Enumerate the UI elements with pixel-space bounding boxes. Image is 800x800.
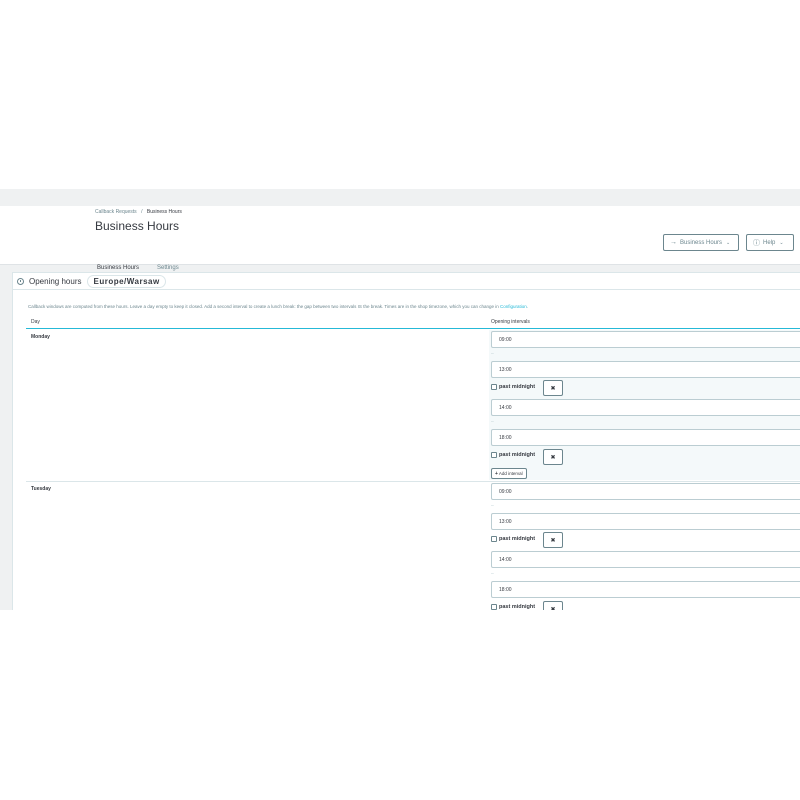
close-icon: ✖ — [550, 454, 556, 461]
question-circle-icon: ⓘ — [753, 239, 760, 247]
chevron-down-icon: ⌄ — [726, 239, 731, 246]
breadcrumb-parent[interactable]: Callback Requests — [95, 209, 137, 215]
help-button-label: Help — [763, 239, 776, 246]
interval-start-input[interactable]: 14:00 — [491, 551, 800, 568]
day-name-tuesday: Tuesday — [31, 486, 51, 492]
interval-end-input[interactable]: 18:00 — [491, 429, 800, 446]
arrow-right-icon: → — [670, 239, 677, 246]
past-midnight-label: past midnight — [499, 384, 536, 390]
add-interval-button[interactable]: + Add interval — [491, 468, 527, 479]
interval-separator: – — [491, 571, 494, 577]
past-midnight-option[interactable]: past midnight — [491, 382, 535, 392]
card-header: Opening hours Europe/Warsaw — [13, 273, 800, 290]
configuration-link[interactable]: Configuration — [500, 304, 527, 309]
interval-start-input[interactable]: 14:00 — [491, 399, 800, 416]
clock-icon — [17, 277, 24, 285]
close-icon: ✖ — [550, 537, 556, 544]
past-midnight-label: past midnight — [499, 452, 536, 458]
day-row-divider — [26, 481, 800, 482]
close-icon: ✖ — [550, 606, 556, 611]
breadcrumb: Callback Requests / Business Hours — [95, 209, 182, 215]
column-header-day: Day — [31, 319, 40, 325]
remove-interval-button[interactable]: ✖ — [543, 380, 563, 396]
past-midnight-checkbox[interactable] — [491, 536, 497, 542]
chevron-down-icon: ⌄ — [779, 239, 784, 246]
past-midnight-label: past midnight — [499, 604, 536, 610]
table-header-divider — [26, 328, 800, 329]
close-icon: ✖ — [550, 385, 556, 392]
card-title: Opening hours — [29, 276, 82, 286]
past-midnight-checkbox[interactable] — [491, 452, 497, 458]
interval-end-input[interactable]: 13:00 — [491, 361, 800, 378]
remove-interval-button[interactable]: ✖ — [543, 532, 563, 548]
interval-separator: – — [491, 351, 494, 357]
past-midnight-option[interactable]: past midnight — [491, 534, 535, 544]
interval-start-input[interactable]: 09:00 — [491, 483, 800, 500]
timezone-badge: Europe/Warsaw — [87, 274, 166, 288]
top-strip — [0, 189, 800, 206]
description-end: . — [526, 304, 529, 309]
description-text: Callback windows are computed from these… — [28, 304, 501, 309]
past-midnight-checkbox[interactable] — [491, 384, 497, 390]
past-midnight-option[interactable]: past midnight — [491, 450, 535, 460]
breadcrumb-current: Business Hours — [146, 209, 182, 215]
page-title: Business Hours — [95, 219, 180, 233]
interval-separator: – — [491, 419, 494, 425]
interval-start-input[interactable]: 09:00 — [491, 331, 800, 348]
past-midnight-label: past midnight — [499, 536, 536, 542]
interval-end-input[interactable]: 18:00 — [491, 581, 800, 598]
remove-interval-button[interactable]: ✖ — [543, 601, 563, 610]
opening-hours-card: Opening hours Europe/Warsaw Callback win… — [12, 272, 800, 610]
plus-icon: + — [495, 470, 498, 477]
app-viewport: Callback Requests / Business Hours Busin… — [0, 189, 800, 610]
business-hours-button-label: Business Hours — [680, 239, 723, 246]
interval-end-input[interactable]: 13:00 — [491, 513, 800, 530]
help-button[interactable]: ⓘ Help ⌄ — [746, 234, 794, 251]
column-header-intervals: Opening intervals — [491, 319, 530, 325]
card-description: Callback windows are computed from these… — [28, 304, 528, 309]
past-midnight-option[interactable]: past midnight — [491, 602, 535, 610]
interval-separator: – — [491, 503, 494, 509]
remove-interval-button[interactable]: ✖ — [543, 449, 563, 465]
business-hours-button[interactable]: → Business Hours ⌄ — [663, 234, 739, 251]
breadcrumb-separator: / — [141, 209, 143, 215]
add-interval-label: Add interval — [498, 471, 523, 476]
day-name-monday: Monday — [31, 334, 50, 340]
past-midnight-checkbox[interactable] — [491, 604, 497, 610]
page-header: Callback Requests / Business Hours Busin… — [0, 206, 800, 282]
